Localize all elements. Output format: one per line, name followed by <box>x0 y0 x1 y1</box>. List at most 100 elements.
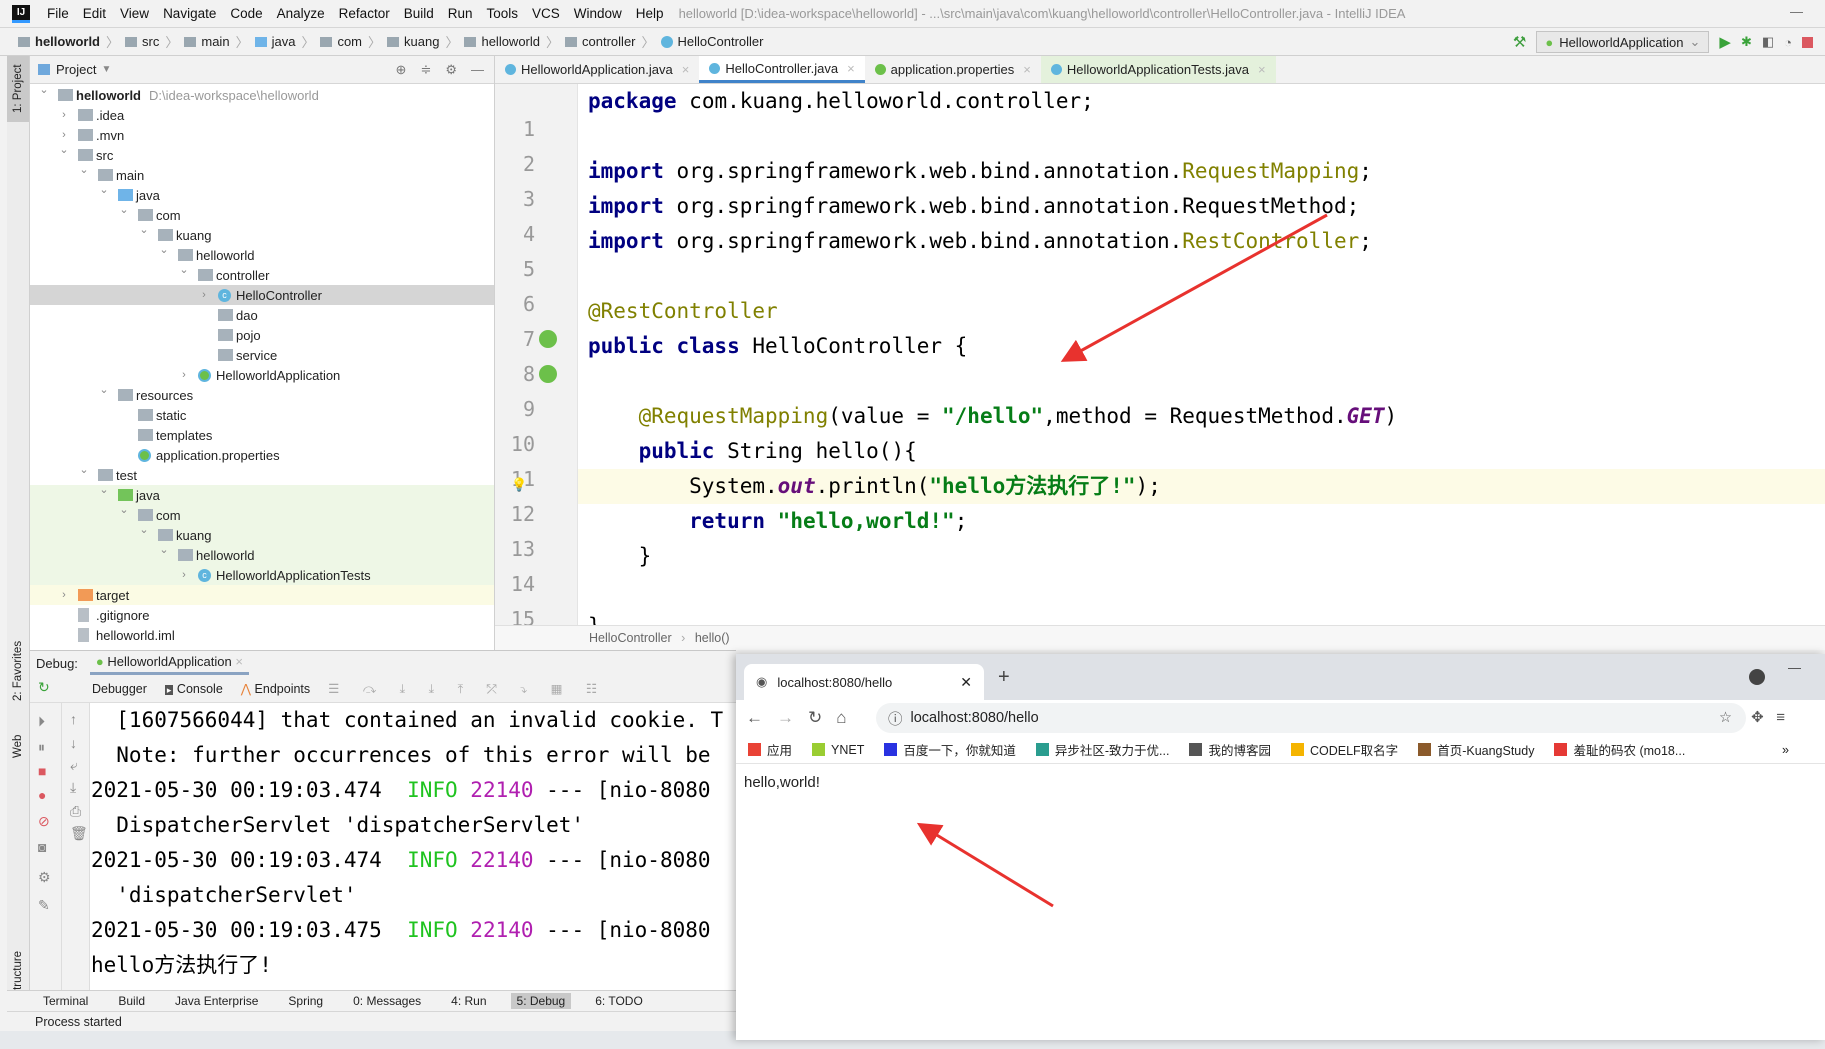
tree-item[interactable]: › .idea <box>30 105 494 125</box>
profile-icon[interactable]: ◔ <box>1784 35 1792 50</box>
rerun-icon[interactable]: ↻ <box>38 679 50 696</box>
debug-icon[interactable]: ✱ <box>1741 34 1752 50</box>
close-tab-icon[interactable]: × <box>1023 62 1031 77</box>
browser-tab[interactable]: ◉ localhost:8080/hello ✕ <box>744 664 984 700</box>
chevron-down-icon[interactable]: ▼ <box>101 64 111 75</box>
chevron-down-icon[interactable]: ⌄ <box>138 523 150 536</box>
tree-item[interactable]: ⌄ main <box>30 164 494 185</box>
chevron-right-icon[interactable]: › <box>58 109 70 121</box>
tree-item[interactable]: ⌄ kuang <box>30 224 494 245</box>
menu-file[interactable]: File <box>40 6 76 21</box>
address-bar[interactable]: ⓘ localhost:8080/hello ☆ <box>876 703 1746 733</box>
menu-code[interactable]: Code <box>223 6 269 21</box>
chevron-down-icon[interactable]: ⌄ <box>118 503 130 516</box>
pause-icon[interactable]: ⏸ <box>38 739 45 756</box>
bookmark-item[interactable]: 百度一下，你就知道 <box>884 740 1016 759</box>
editor-tab[interactable]: HelloworldApplicationTests.java × <box>1040 56 1276 83</box>
chevron-down-icon[interactable]: ⌄ <box>38 83 50 96</box>
close-tab-icon[interactable]: × <box>847 61 855 76</box>
editor-tab[interactable]: HelloController.java × <box>699 56 865 83</box>
minimize-button[interactable]: — <box>1788 660 1801 675</box>
down-icon[interactable]: ↓ <box>70 735 77 751</box>
close-tab-icon[interactable]: × <box>1258 62 1266 77</box>
editor-tab[interactable]: application.properties × <box>865 56 1041 83</box>
code-line[interactable]: import org.springframework.web.bind.anno… <box>588 224 1372 259</box>
menu-view[interactable]: View <box>113 6 156 21</box>
chevron-down-icon[interactable]: ⌄ <box>98 183 110 196</box>
bookmark-item[interactable]: 首页-KuangStudy <box>1418 740 1534 759</box>
minimize-button[interactable]: — <box>1790 4 1803 19</box>
stop-icon[interactable]: ■ <box>38 763 46 779</box>
breadcrumb-item[interactable]: src 〉 <box>125 32 178 51</box>
tool-tab-java-enterprise[interactable]: Java Enterprise <box>169 993 264 1009</box>
breadcrumb-item[interactable]: kuang 〉 <box>387 32 458 51</box>
console-output[interactable]: [1607566044] that contained an invalid c… <box>91 703 736 991</box>
breadcrumb-class[interactable]: HelloController <box>589 631 672 645</box>
debug-session-tab[interactable]: ● HelloworldApplication × <box>89 651 249 675</box>
locate-icon[interactable]: ⊕ <box>396 62 407 78</box>
chevron-down-icon[interactable]: ⌄ <box>58 143 70 156</box>
tool-tab-6-todo[interactable]: 6: TODO <box>589 993 649 1009</box>
mute-breakpoints-icon[interactable]: ⊘ <box>38 813 50 830</box>
menu-help[interactable]: Help <box>629 6 671 21</box>
new-tab-button[interactable]: + <box>998 666 1010 689</box>
menu-edit[interactable]: Edit <box>76 6 113 21</box>
code-line[interactable]: import org.springframework.web.bind.anno… <box>588 154 1372 189</box>
back-icon[interactable]: ← <box>746 708 763 728</box>
tree-item[interactable]: ⌄ helloworld <box>30 543 494 565</box>
debugger-tab[interactable]: Debugger <box>92 682 147 696</box>
tool-tab-0-messages[interactable]: 0: Messages <box>347 993 427 1009</box>
bookmark-item[interactable]: 异步社区-致力于优... <box>1035 740 1169 759</box>
code-line[interactable]: } <box>588 539 652 574</box>
star-icon[interactable]: ☆ <box>1719 710 1732 726</box>
chevron-right-icon[interactable]: › <box>58 129 70 141</box>
soft-wrap-icon[interactable]: ⤶ <box>70 757 78 774</box>
code-editor[interactable]: HelloworldApplication.java × HelloControll… <box>495 56 1825 666</box>
hide-icon[interactable]: — <box>471 62 484 78</box>
menu-refactor[interactable]: Refactor <box>332 6 397 21</box>
tree-item[interactable]: helloworld.iml <box>30 625 494 645</box>
trash-icon[interactable]: 🗑 <box>70 825 88 842</box>
spring-bean-icon[interactable] <box>539 330 557 348</box>
code-line[interactable]: import org.springframework.web.bind.anno… <box>588 189 1359 224</box>
tree-item[interactable]: › target <box>30 585 494 605</box>
chevron-down-icon[interactable]: ⌄ <box>98 483 110 496</box>
tool-tab-spring[interactable]: Spring <box>282 993 329 1009</box>
lightbulb-icon[interactable]: 💡 <box>511 477 527 493</box>
run-icon[interactable]: ▶ <box>1719 33 1731 51</box>
tree-item[interactable]: ⌄ com <box>30 503 494 525</box>
tree-item[interactable]: service <box>30 345 494 365</box>
tool-tab-5-debug[interactable]: 5: Debug <box>510 993 572 1009</box>
step-actions-icons[interactable]: ☰ ⤼ ⤓ ⤓ ⤒ ⤱ ⤵ ▦ ☷ <box>328 681 607 697</box>
chevron-down-icon[interactable]: ⌄ <box>78 463 90 476</box>
tree-item[interactable]: ⌄ controller <box>30 264 494 285</box>
tree-item[interactable]: ⌄ resources <box>30 384 494 405</box>
tree-item[interactable]: dao <box>30 305 494 325</box>
favorites-tool-tab[interactable]: 2: Favorites <box>7 626 29 716</box>
menu-analyze[interactable]: Analyze <box>270 6 332 21</box>
tree-item[interactable]: templates <box>30 425 494 445</box>
reload-icon[interactable]: ↻ <box>808 708 822 728</box>
tree-item[interactable]: ⌄ src <box>30 143 494 165</box>
tool-tab-4-run[interactable]: 4: Run <box>445 993 492 1009</box>
bookmark-item[interactable]: 羞耻的码农 (mo18... <box>1554 740 1685 759</box>
menu-navigate[interactable]: Navigate <box>156 6 223 21</box>
home-icon[interactable]: ⌂ <box>836 708 846 728</box>
tree-item[interactable]: .gitignore <box>30 605 494 625</box>
breadcrumb-item[interactable]: HelloController <box>660 32 764 51</box>
tree-item[interactable]: static <box>30 405 494 425</box>
close-icon[interactable]: × <box>235 654 243 669</box>
menu-tools[interactable]: Tools <box>480 6 526 21</box>
tree-item[interactable]: ⌄ kuang <box>30 523 494 545</box>
chevron-down-icon[interactable]: ⌄ <box>158 543 170 556</box>
extensions-icon[interactable]: ✥ ≡ <box>1751 708 1785 726</box>
tree-item[interactable]: ⌄ test <box>30 463 494 485</box>
scroll-to-end-icon[interactable]: ⤓ <box>70 779 76 796</box>
tool-tab-build[interactable]: Build <box>112 993 151 1009</box>
spring-class-icon[interactable] <box>539 365 557 383</box>
code-line[interactable]: public class HelloController { <box>588 329 967 364</box>
tree-item[interactable]: › HelloworldApplication <box>30 365 494 385</box>
tree-item[interactable]: application.properties <box>30 445 494 465</box>
menu-window[interactable]: Window <box>567 6 629 21</box>
more-bookmarks[interactable]: » <box>1782 743 1789 757</box>
